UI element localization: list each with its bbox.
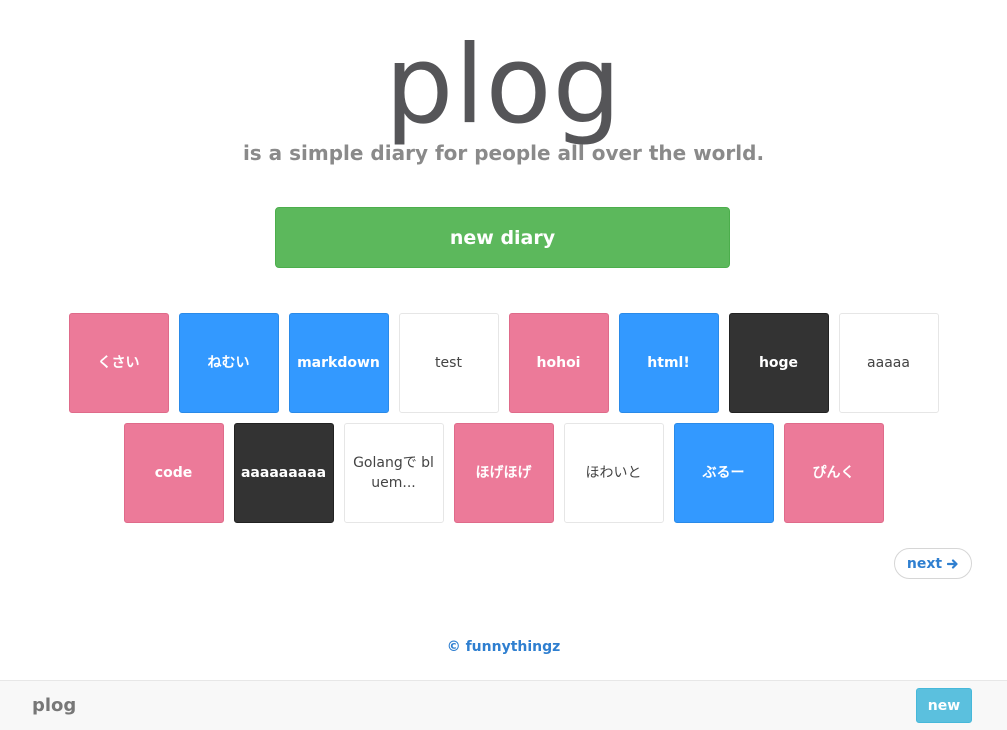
diary-tile[interactable]: ほわいと (563, 423, 664, 523)
next-page-button[interactable]: next (894, 548, 972, 579)
diary-tile[interactable]: hohoi (508, 313, 609, 413)
diary-tile[interactable]: aaaaa (838, 313, 939, 413)
diary-tile-title: hoge (758, 355, 799, 371)
arrow-right-icon (947, 558, 959, 570)
diary-tile-title: code (154, 465, 193, 481)
diary-tile[interactable]: code (123, 423, 224, 523)
diary-tile-title: markdown (297, 355, 380, 371)
bottom-navbar: plog new (0, 680, 1007, 730)
diary-tile[interactable]: hoge (728, 313, 829, 413)
diary-tile-title: hohoi (536, 355, 581, 371)
diary-tile[interactable]: ぶるー (673, 423, 774, 523)
diary-tile[interactable]: test (398, 313, 499, 413)
navbar-new-button[interactable]: new (916, 688, 972, 723)
diary-tile-title: Golangで bluem... (353, 455, 434, 491)
diary-tile-title: ねむい (207, 355, 250, 371)
diary-tile[interactable]: aaaaaaaaa (233, 423, 334, 523)
diary-tile-title: aaaaaaaaa (240, 465, 327, 481)
diary-grid-row-1: くさい ねむい markdown test hohoi html! hoge a… (0, 313, 1007, 413)
diary-tile[interactable]: ねむい (178, 313, 279, 413)
diary-tile-title: html! (647, 355, 690, 371)
diary-grid-row-2: code aaaaaaaaa Golangで bluem... ほげほげ ほわい… (0, 423, 1007, 523)
diary-tile-title: test (435, 355, 462, 371)
new-diary-button[interactable]: new diary (275, 207, 730, 268)
diary-tile-title: ぶるー (702, 465, 745, 481)
diary-tile[interactable]: くさい (68, 313, 169, 413)
diary-tile-title: aaaaa (867, 355, 910, 371)
diary-tile[interactable]: ほげほげ (453, 423, 554, 523)
diary-tile[interactable]: html! (618, 313, 719, 413)
diary-tile[interactable]: markdown (288, 313, 389, 413)
diary-tile-title: ぴんく (812, 465, 855, 481)
footer-credit-link[interactable]: © funnythingz (0, 639, 1007, 655)
diary-tile[interactable]: ぴんく (783, 423, 884, 523)
diary-tile-title: ほわいと (585, 465, 642, 481)
diary-tile[interactable]: Golangで bluem... (343, 423, 444, 523)
next-label: next (906, 555, 943, 572)
site-tagline: is a simple diary for people all over th… (242, 141, 765, 165)
diary-tile-title: ほげほげ (475, 465, 532, 481)
navbar-brand[interactable]: plog (32, 695, 76, 716)
diary-tile-title: くさい (97, 355, 140, 371)
site-title: plog (384, 23, 623, 148)
